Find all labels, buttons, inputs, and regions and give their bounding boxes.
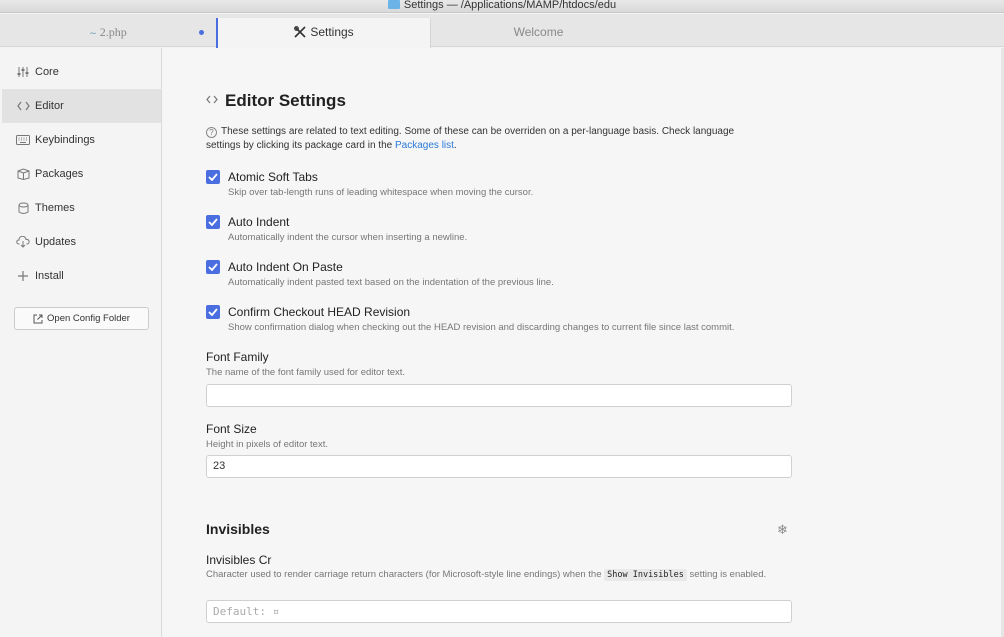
tab-label: 2.php (99, 25, 127, 39)
package-icon (16, 167, 30, 181)
setting-title: Auto Indent (228, 215, 290, 229)
packages-list-link[interactable]: Packages list (395, 140, 454, 151)
font-family-desc: The name of the font family used for edi… (206, 367, 406, 378)
invisibles-title: Invisibles (206, 521, 270, 537)
tab-settings[interactable]: Settings (216, 18, 431, 48)
confirm-checkout-head-checkbox[interactable] (206, 305, 220, 319)
modified-dot-icon (199, 30, 204, 35)
code-icon (16, 99, 30, 113)
section-title-text: Editor Settings (225, 91, 346, 110)
setting-title: Auto Indent On Paste (228, 260, 343, 274)
setting-title: Confirm Checkout HEAD Revision (228, 305, 411, 319)
checkmark-icon (208, 308, 218, 316)
font-size-input[interactable]: 23 (206, 455, 792, 478)
plus-icon (16, 269, 30, 283)
setting-desc: Automatically indent the cursor when ins… (228, 232, 468, 243)
sidebar-item-themes[interactable]: Themes (2, 191, 161, 225)
sidebar-item-updates[interactable]: Updates (2, 225, 161, 259)
setting-confirm-checkout-head: Confirm Checkout HEAD Revision Show conf… (206, 305, 806, 335)
sidebar-item-label: Updates (35, 236, 76, 248)
note-text: These settings are related to text editi… (206, 126, 735, 151)
tab-label: Welcome (513, 25, 564, 39)
invisibles-cr-desc: Character used to render carriage return… (206, 568, 786, 582)
desc-after: setting is enabled. (689, 569, 767, 580)
sidebar-item-label: Keybindings (35, 134, 95, 146)
font-family-title: Font Family (206, 350, 269, 364)
sliders-icon (16, 65, 30, 79)
desc-before: Character used to render carriage return… (206, 569, 602, 580)
show-invisibles-code: Show Invisibles (604, 569, 687, 581)
tab-bar: ∼ 2.php Settings Welcome (0, 14, 1004, 48)
setting-desc: Skip over tab-length runs of leading whi… (228, 187, 534, 198)
font-family-input[interactable] (206, 384, 792, 407)
settings-sidebar: Core Editor Keybindings Packages Themes … (2, 48, 162, 637)
sidebar-item-install[interactable]: Install (2, 259, 161, 293)
folder-icon (387, 0, 400, 9)
open-config-label: Open Config Folder (47, 313, 130, 324)
sidebar-item-label: Core (35, 66, 59, 78)
invisibles-cr-title: Invisibles Cr (206, 553, 272, 567)
font-size-desc: Height in pixels of editor text. (206, 439, 328, 450)
sidebar-item-keybindings[interactable]: Keybindings (2, 123, 161, 157)
auto-indent-on-paste-checkbox[interactable] (206, 260, 220, 274)
checkmark-icon (208, 263, 218, 271)
cloud-download-icon (16, 235, 30, 249)
settings-panel: Editor Settings ? These settings are rela… (163, 48, 1001, 637)
checkmark-icon (208, 218, 218, 226)
setting-desc: Show confirmation dialog when checking o… (228, 322, 735, 333)
tools-icon (294, 26, 306, 38)
paintcan-icon (16, 201, 30, 215)
keyboard-icon (16, 133, 30, 147)
note-end: . (453, 140, 457, 151)
setting-atomic-soft-tabs: Atomic Soft Tabs Skip over tab-length ru… (206, 170, 806, 200)
setting-auto-indent-on-paste: Auto Indent On Paste Automatically inden… (206, 260, 806, 290)
window-title: Settings — /Applications/MAMP/htdocs/edu (403, 0, 617, 11)
question-circle-icon: ? (206, 127, 217, 138)
sidebar-item-core[interactable]: Core (2, 55, 161, 89)
tab-2-php[interactable]: ∼ 2.php (0, 18, 216, 47)
sidebar-item-packages[interactable]: Packages (2, 157, 161, 191)
font-size-title: Font Size (206, 422, 257, 436)
setting-desc: Automatically indent pasted text based o… (228, 277, 554, 288)
checkmark-icon (208, 173, 218, 181)
sidebar-item-label: Editor (35, 100, 64, 112)
auto-indent-checkbox[interactable] (206, 215, 220, 229)
external-link-icon (33, 314, 43, 323)
setting-title: Atomic Soft Tabs (228, 170, 318, 184)
php-file-icon: ∼ (89, 28, 97, 38)
atomic-soft-tabs-checkbox[interactable] (206, 170, 220, 184)
section-title: Editor Settings (206, 91, 346, 111)
section-note: ? These settings are related to text edit… (206, 125, 766, 153)
tab-welcome[interactable]: Welcome (431, 18, 646, 47)
tab-label: Settings (310, 25, 354, 39)
code-icon (206, 95, 218, 107)
sidebar-item-label: Packages (35, 168, 84, 180)
open-config-folder-button[interactable]: Open Config Folder (14, 307, 149, 330)
sidebar-item-label: Themes (35, 202, 75, 214)
sidebar-item-label: Install (35, 270, 64, 282)
invisibles-cr-input[interactable]: Default: ¤ (206, 600, 792, 623)
sidebar-item-editor[interactable]: Editor (2, 89, 161, 123)
setting-auto-indent: Auto Indent Automatically indent the cur… (206, 215, 806, 245)
snowflake-icon[interactable]: ❄ (777, 522, 788, 538)
window-titlebar: Settings — /Applications/MAMP/htdocs/edu (0, 0, 1004, 13)
